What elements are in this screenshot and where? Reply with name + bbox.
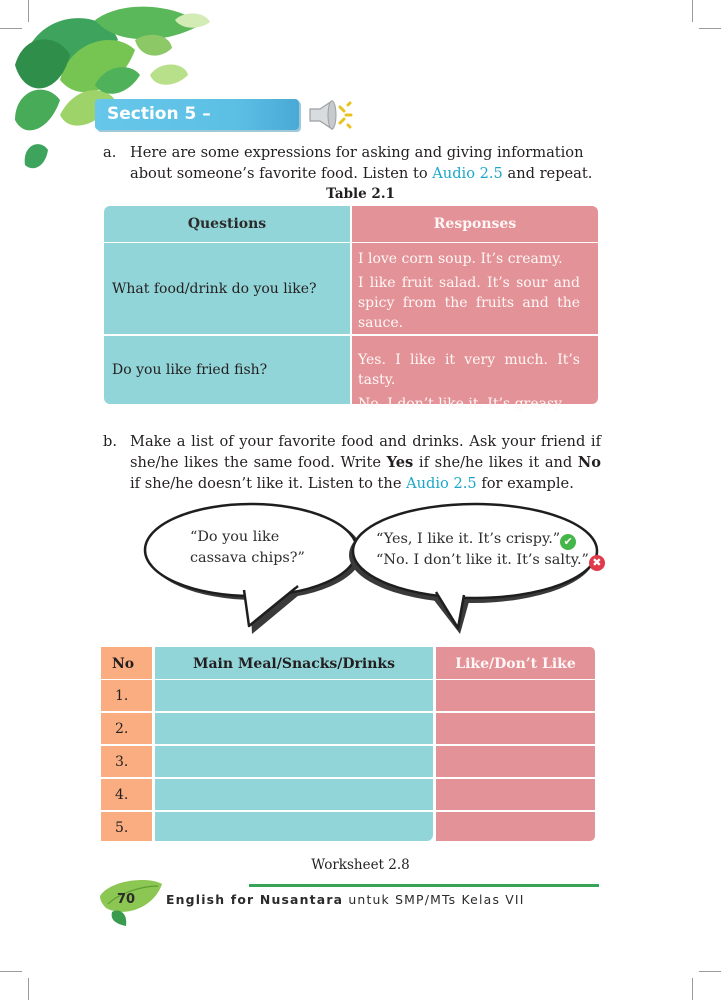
- left-speech-bubble: [143, 502, 362, 634]
- meal-input-cell[interactable]: [155, 746, 433, 777]
- meal-input-cell[interactable]: [155, 812, 433, 841]
- meal-input-cell[interactable]: [155, 713, 433, 744]
- page-number: 70: [117, 892, 136, 907]
- like-input-cell[interactable]: [436, 746, 595, 777]
- row-number: 2.: [101, 713, 152, 744]
- like-input-cell[interactable]: [436, 713, 595, 744]
- right-bubble-text: “Yes, I like it. It’s crispy.” ✔ “No. I d…: [376, 529, 605, 571]
- crop-mark-top-right: [692, 0, 693, 22]
- instruction-a-text: Here are some expressions for asking and…: [130, 144, 593, 182]
- meal-input-cell[interactable]: [155, 779, 433, 810]
- crop-mark-top-right-h: [699, 28, 721, 29]
- like-input-cell[interactable]: [436, 779, 595, 810]
- row-number: 5.: [101, 812, 152, 841]
- crop-mark-bottom-left: [28, 978, 29, 1000]
- speaker-icon[interactable]: [306, 99, 362, 131]
- list-marker-a: a.: [103, 144, 117, 161]
- response-text: I love corn soup. It’s creamy.: [358, 251, 563, 267]
- row-number: 4.: [101, 779, 152, 810]
- question-cell: What food/drink do you like?: [104, 243, 350, 334]
- worksheet-table: No Main Meal/Snacks/Drinks Like/Don’t Li…: [101, 647, 595, 841]
- row-number: 3.: [101, 746, 152, 777]
- response-text: I like fruit salad. It’s sour and spicy …: [358, 275, 580, 331]
- check-icon: ✔: [560, 534, 577, 550]
- instruction-b: b. Make a list of your favorite food and…: [103, 431, 601, 497]
- crop-mark-bottom-right: [692, 978, 693, 1000]
- like-input-cell[interactable]: [436, 812, 595, 841]
- book-title: English for Nusantara untuk SMP/MTs Kela…: [166, 892, 525, 907]
- crop-mark-bottom-right-h: [699, 971, 721, 972]
- instruction-b-text: Make a list of your favorite food and dr…: [130, 433, 601, 492]
- like-input-cell[interactable]: [436, 680, 595, 711]
- section-title: Section 5 – Speaking: [95, 99, 299, 155]
- questions-header: Questions: [104, 206, 350, 242]
- like-header: Like/Don’t Like: [436, 647, 595, 679]
- audio-link[interactable]: Audio 2.5: [432, 165, 503, 182]
- expressions-table: Questions Responses What food/drink do y…: [104, 206, 598, 412]
- response-cell: I love corn soup. It’s creamy. I like fr…: [352, 243, 598, 334]
- audio-link[interactable]: Audio 2.5: [406, 475, 477, 492]
- instruction-a: a. Here are some expressions for asking …: [103, 142, 601, 186]
- meal-input-cell[interactable]: [155, 680, 433, 711]
- table-caption: Table 2.1: [326, 186, 395, 202]
- no-header: No: [101, 647, 152, 679]
- response-text: No. I don’t like it. It’s greasy.: [358, 396, 565, 412]
- meal-header: Main Meal/Snacks/Drinks: [155, 647, 433, 679]
- row-number: 1.: [101, 680, 152, 711]
- crop-mark-bottom-left-h: [0, 971, 22, 972]
- list-marker-b: b.: [103, 433, 117, 450]
- worksheet-caption: Worksheet 2.8: [311, 857, 410, 873]
- cross-icon: ✖: [588, 555, 605, 571]
- left-bubble-text: “Do you like cassava chips?”: [190, 529, 305, 566]
- response-text: Yes. I like it very much. It’s tasty.: [358, 352, 580, 388]
- responses-header: Responses: [352, 206, 598, 242]
- footer-divider: [249, 884, 599, 887]
- question-cell: Do you like fried fish?: [104, 336, 350, 404]
- response-cell: Yes. I like it very much. It’s tasty. No…: [352, 336, 598, 412]
